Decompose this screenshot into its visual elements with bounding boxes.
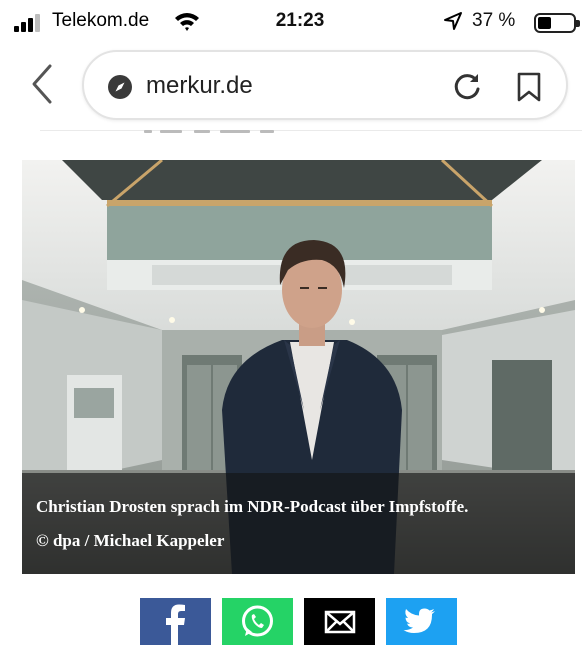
whatsapp-icon bbox=[222, 598, 293, 645]
image-caption: Christian Drosten sprach im NDR-Podcast … bbox=[36, 497, 469, 516]
twitter-share-button[interactable] bbox=[386, 598, 457, 645]
battery-percentage: 37 % bbox=[472, 10, 516, 31]
envelope-icon bbox=[304, 598, 375, 645]
clock: 21:23 bbox=[275, 10, 325, 31]
reload-button[interactable] bbox=[452, 71, 482, 101]
twitter-bird-icon bbox=[386, 598, 457, 645]
share-bar bbox=[140, 598, 460, 645]
content-divider bbox=[40, 130, 582, 131]
url-text: merkur.de bbox=[146, 72, 253, 99]
article-photo[interactable]: Christian Drosten sprach im NDR-Podcast … bbox=[22, 160, 575, 574]
facebook-icon bbox=[140, 598, 211, 645]
image-credit: © dpa / Michael Kappeler bbox=[36, 531, 225, 550]
whatsapp-share-button[interactable] bbox=[222, 598, 293, 645]
address-bar[interactable]: merkur.de bbox=[82, 50, 568, 120]
site-compass-icon bbox=[108, 75, 132, 99]
back-button[interactable] bbox=[26, 62, 60, 106]
email-share-button[interactable] bbox=[304, 598, 375, 645]
bookmark-button[interactable] bbox=[516, 71, 542, 103]
status-bar: Telekom.de 21:23 37 % bbox=[0, 0, 582, 44]
battery-level-fill bbox=[538, 17, 551, 29]
caption-overlay bbox=[22, 473, 575, 574]
location-arrow-icon bbox=[444, 12, 462, 30]
browser-toolbar: merkur.de bbox=[0, 46, 582, 122]
clipped-text-fragment bbox=[140, 125, 290, 133]
battery-icon bbox=[534, 13, 580, 33]
facebook-share-button[interactable] bbox=[140, 598, 211, 645]
